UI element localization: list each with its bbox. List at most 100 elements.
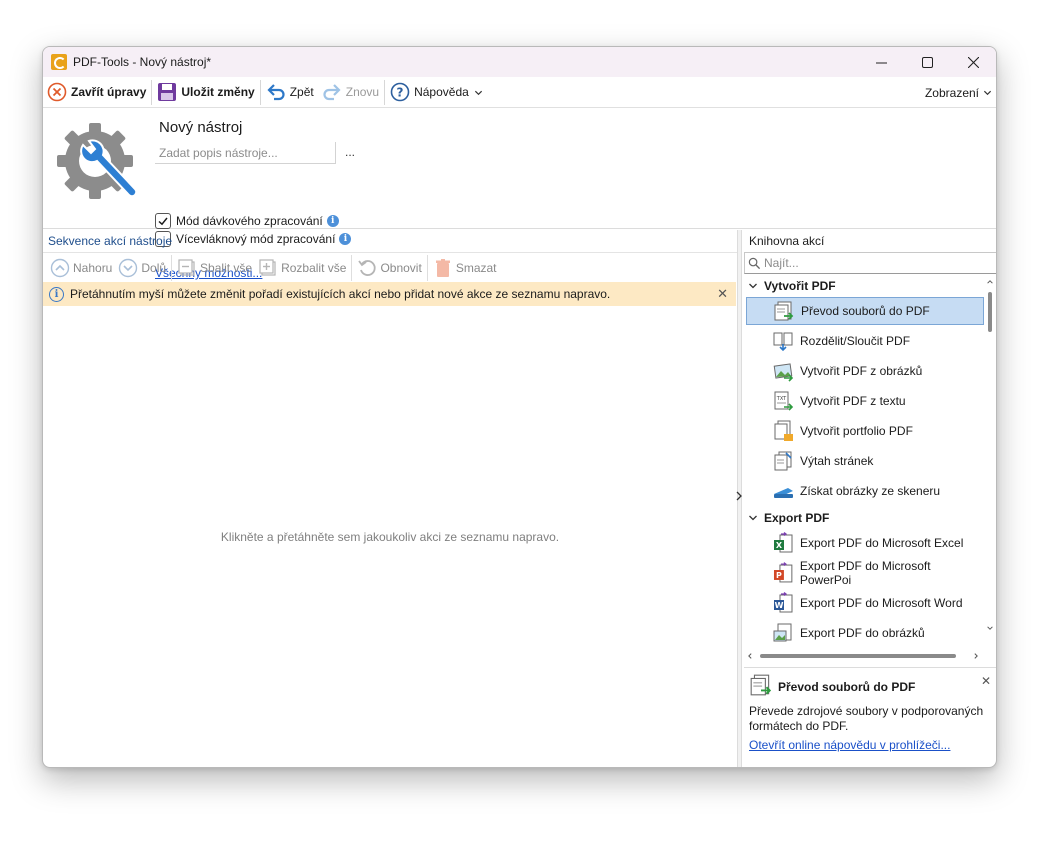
library-item-label: Export PDF do Microsoft PowerPoi — [799, 559, 931, 587]
close-window-button[interactable] — [950, 47, 996, 77]
tool-name[interactable]: Nový nástroj — [159, 119, 242, 136]
move-down-button[interactable]: Dolů — [115, 255, 169, 281]
chevron-left-icon[interactable] — [746, 652, 754, 660]
search-icon — [748, 257, 761, 269]
convert-to-pdf-icon — [774, 301, 794, 321]
batch-mode-option[interactable]: Mód dávkového zpracování i — [155, 213, 339, 229]
minimize-icon — [875, 62, 887, 63]
library-title: Knihovna akcí — [749, 234, 825, 248]
delete-button[interactable]: Smazat — [430, 255, 500, 281]
library-item[interactable]: Export PDF do obrázků — [746, 619, 984, 647]
library-item[interactable]: Rozdělit/Sloučit PDF — [746, 327, 984, 355]
library-list: Vytvořit PDF Převod souborů do PDF Rozdě… — [744, 276, 996, 649]
group-export-pdf[interactable]: Export PDF — [748, 508, 829, 528]
chevron-down-icon — [749, 515, 757, 521]
horizontal-scroll-thumb[interactable] — [760, 654, 956, 658]
trash-icon — [435, 258, 450, 277]
collapse-all-label: Sbalit vše — [200, 260, 253, 275]
main-toolbar: Zavřít úpravy Uložit změny Zpět Znovu ? … — [43, 77, 996, 108]
library-item-label: Export PDF do Microsoft Excel — [800, 536, 964, 550]
description-more-button[interactable]: ... — [345, 145, 355, 159]
svg-text:TXT: TXT — [776, 396, 787, 402]
view-menu-button[interactable]: Zobrazení — [925, 79, 992, 106]
library-search-input[interactable] — [764, 256, 984, 270]
online-help-link[interactable]: Otevřít online nápovědu v prohlížeči... — [749, 738, 950, 752]
arrow-up-circle-icon — [50, 258, 70, 277]
library-item[interactable]: Převod souborů do PDF — [746, 297, 984, 325]
library-item[interactable]: Výtah stránek — [746, 447, 984, 475]
excel-icon: X — [774, 532, 793, 553]
library-item[interactable]: X Export PDF do Microsoft Excel — [746, 529, 984, 557]
refresh-button[interactable]: Obnovit — [354, 255, 424, 281]
delete-label: Smazat — [455, 260, 497, 275]
details-text: Převede zdrojové soubory v podporovaných… — [749, 704, 984, 733]
library-item-label: Vytvořit PDF z obrázků — [800, 364, 923, 378]
group-label: Export PDF — [764, 511, 830, 525]
chevron-up-icon[interactable] — [985, 278, 995, 286]
library-item-label: Vytvořit PDF z textu — [800, 394, 906, 408]
chevron-down-icon[interactable] — [985, 624, 995, 632]
info-icon: i — [49, 286, 64, 302]
move-down-label: Dolů — [141, 260, 167, 275]
convert-to-pdf-icon — [750, 674, 772, 696]
app-window: PDF-Tools - Nový nástroj* Zavřít úpravy — [42, 46, 997, 768]
chevron-down-icon — [983, 90, 992, 96]
close-details-button[interactable]: ✕ — [981, 674, 991, 688]
info-icon[interactable]: i — [326, 215, 339, 227]
drag-info-banner: i Přetáhnutím myší můžete změnit pořadí … — [43, 282, 736, 306]
library-item[interactable]: TXT Vytvořit PDF z textu — [746, 387, 984, 415]
redo-button[interactable]: Znovu — [318, 79, 383, 106]
library-horizontal-scrollbar[interactable] — [744, 650, 984, 662]
library-vertical-scrollbar[interactable] — [984, 276, 996, 636]
maximize-icon — [921, 56, 933, 68]
library-search[interactable] — [744, 252, 996, 274]
maximize-button[interactable] — [904, 47, 950, 77]
tool-description-input[interactable] — [155, 142, 335, 164]
undo-button[interactable]: Zpět — [262, 79, 318, 106]
collapse-icon — [178, 258, 195, 276]
batch-mode-checkbox[interactable] — [155, 213, 171, 229]
description-divider — [335, 142, 336, 164]
library-item[interactable]: P Export PDF do Microsoft PowerPoi — [746, 559, 984, 587]
chevron-right-icon[interactable] — [736, 490, 742, 502]
toolbar-separator — [426, 254, 428, 281]
help-menu-button[interactable]: ? Nápověda — [386, 79, 487, 106]
powerpoint-icon: P — [773, 562, 793, 583]
cancel-circle-icon — [47, 82, 67, 102]
close-icon — [967, 56, 979, 68]
toolbar-separator — [351, 254, 353, 281]
vertical-scroll-thumb[interactable] — [988, 292, 992, 332]
word-icon: W — [774, 592, 793, 613]
collapse-all-button[interactable]: Sbalit vše — [174, 255, 255, 281]
library-item[interactable]: Vytvořit portfolio PDF — [746, 417, 984, 445]
minimize-button[interactable] — [858, 47, 904, 77]
close-edit-button[interactable]: Zavřít úpravy — [43, 79, 150, 106]
title-bar: PDF-Tools - Nový nástroj* — [43, 47, 996, 77]
view-label: Zobrazení — [924, 85, 979, 100]
window-controls — [858, 47, 996, 77]
pdf-from-images-icon — [773, 363, 794, 382]
library-item-label: Export PDF do Microsoft Word — [800, 596, 963, 610]
banner-text: Přetáhnutím myší můžete změnit pořadí ex… — [70, 287, 611, 301]
library-item-label: Export PDF do obrázků — [800, 626, 925, 640]
close-banner-button[interactable]: ✕ — [717, 286, 728, 302]
move-up-button[interactable]: Nahoru — [47, 255, 115, 281]
svg-text:?: ? — [397, 86, 404, 100]
library-item[interactable]: W Export PDF do Microsoft Word — [746, 589, 984, 617]
library-item-label: Získat obrázky ze skeneru — [800, 484, 941, 498]
checkmark-icon — [158, 217, 168, 226]
expand-all-button[interactable]: Rozbalit vše — [255, 255, 349, 281]
export-images-icon — [773, 623, 792, 642]
chevron-right-icon[interactable] — [972, 652, 980, 660]
library-item[interactable]: Vytvořit PDF z obrázků — [746, 357, 984, 385]
save-changes-button[interactable]: Uložit změny — [153, 79, 258, 106]
close-edit-label: Zavřít úpravy — [71, 85, 147, 99]
chevron-down-icon — [474, 90, 482, 95]
pdf-tools-app-icon — [51, 54, 67, 70]
library-item[interactable]: Získat obrázky ze skeneru — [746, 477, 984, 505]
refresh-icon — [358, 259, 377, 276]
action-sequence-panel: Sekvence akcí nástroje Nahoru Dolů Sbali… — [43, 230, 737, 767]
undo-icon — [267, 84, 285, 101]
group-create-pdf[interactable]: Vytvořit PDF — [748, 276, 836, 296]
pdf-portfolio-icon — [774, 420, 793, 441]
